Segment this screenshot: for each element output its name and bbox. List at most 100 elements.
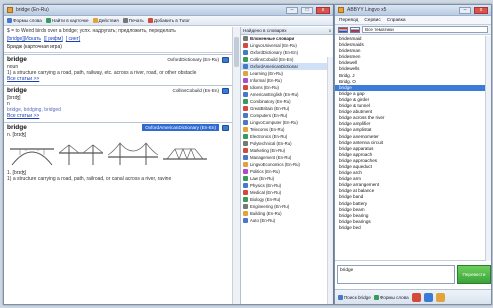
menu-bar: Перевод Сервис Справка xyxy=(335,16,491,25)
close-icon[interactable]: x xyxy=(329,28,331,33)
dictionary-item[interactable]: LingvoComputer (En-Ru) xyxy=(241,119,333,126)
dictionary-item[interactable]: Law (En-Ru) xyxy=(241,175,333,182)
dictionary-icon xyxy=(243,78,248,83)
dictionary-item[interactable]: Idioms (En-Ru) xyxy=(241,84,333,91)
find-in-card-button[interactable]: Найти в карточке xyxy=(45,18,89,23)
search-input[interactable]: bridge xyxy=(337,265,455,284)
word-forms-icon xyxy=(373,294,379,300)
truss-bridge-image xyxy=(163,148,207,161)
settings-icon[interactable] xyxy=(423,292,433,302)
dictionary-item-label: LingvoUniversal (En-Ru) xyxy=(250,43,297,48)
ru-flag-icon[interactable] xyxy=(350,26,360,33)
topic-select[interactable]: Все тематики xyxy=(362,26,488,33)
word-forms-button[interactable]: Формы слова xyxy=(7,18,42,23)
dictionary-item[interactable]: Physics (En-Ru) xyxy=(241,182,333,189)
dictionary-item[interactable]: OxfordAmericanDictionar xyxy=(241,63,333,70)
dictionaries-pane: Найдено в словарях x Вложенные словари Li… xyxy=(240,27,333,304)
dictionary-card: bridge CollinsCobuild (En-En) [brɪʤ] n b… xyxy=(4,85,232,119)
dictionary-item-label: Idioms (En-Ru) xyxy=(250,85,279,90)
dictionary-info-icon[interactable] xyxy=(222,56,229,63)
card-headword: bridge xyxy=(7,56,27,64)
word-list-scrollbar[interactable] xyxy=(485,36,491,261)
dictionary-item[interactable]: Telecoms (En-Ru) xyxy=(241,126,333,133)
arch-bridge-image xyxy=(10,148,54,166)
search-row: bridge Перевести xyxy=(335,263,491,286)
app-icon xyxy=(338,7,344,13)
dictionary-card: bridge OxfordDictionary (En-Ru) noun 1) … xyxy=(4,54,232,82)
dictionary-item[interactable]: Politics (En-Ru) xyxy=(241,168,333,175)
card-hint: $ = to Weird birds over a bridge; успх. … xyxy=(7,28,176,34)
dictionary-icon xyxy=(243,204,248,209)
card-lang-note: Бридж (карточная игра) xyxy=(7,44,62,51)
dictionary-item[interactable]: Learning (En-Ru) xyxy=(241,70,333,77)
dictionary-item[interactable]: OxfordDictionary (En-En) xyxy=(241,49,333,56)
dictionary-icon xyxy=(243,99,248,104)
dictionary-item[interactable]: AmericanEnglish (En-Ru) xyxy=(241,91,333,98)
dictionary-info-icon[interactable] xyxy=(222,87,229,94)
dictionary-item[interactable]: Combinatory (En-Ru) xyxy=(241,98,333,105)
card-more-link[interactable]: Все статьи >> xyxy=(4,76,232,82)
search-bridge-button[interactable]: Поиск bridge xyxy=(338,294,371,300)
dictionary-item[interactable]: Biology (En-Ru) xyxy=(241,196,333,203)
card-toolbar: Формы слова Найти в карточке Действия Пе… xyxy=(4,16,333,26)
dictionary-item-label: Informal (En-Ru) xyxy=(250,78,282,83)
dictionary-item[interactable]: Engineering (En-Ru) xyxy=(241,203,333,210)
help-icon[interactable] xyxy=(435,292,445,302)
add-to-tutor-button[interactable]: Добавить в Tutor xyxy=(147,18,190,23)
card-link-search[interactable]: [bridge]]Искать xyxy=(7,36,41,42)
dictionary-item-label: OxfordDictionary (En-En) xyxy=(250,50,298,55)
minimize-button[interactable]: – xyxy=(286,6,298,14)
actions-button[interactable]: Действия xyxy=(92,18,119,23)
dictionary-item[interactable]: LingvoEconomics (En-Ru) xyxy=(241,161,333,168)
dictionary-icon xyxy=(243,141,248,146)
word-forms-bottom-button[interactable]: Формы слова xyxy=(373,294,409,300)
dictionary-item[interactable]: LingvoUniversal (En-Ru) xyxy=(241,42,333,49)
actions-icon xyxy=(92,18,98,23)
dictionary-item[interactable]: Вложенные словари xyxy=(241,35,333,42)
dictionary-item-label: Вложенные словари xyxy=(250,36,295,41)
dictionary-icon xyxy=(243,183,248,188)
dictionary-item[interactable]: Management (En-Ru) xyxy=(241,154,333,161)
maximize-button[interactable]: □ xyxy=(301,6,313,14)
dictionaries-scrollbar[interactable] xyxy=(327,57,333,304)
dictionary-item[interactable]: Informal (En-Ru) xyxy=(241,77,333,84)
dictionary-item[interactable]: Electronics (En-Ru) xyxy=(241,133,333,140)
minimize-button[interactable]: – xyxy=(459,6,471,14)
dictionary-icon xyxy=(243,211,248,216)
close-button[interactable]: x xyxy=(474,6,488,14)
menu-service[interactable]: Сервис xyxy=(364,18,380,23)
tutor-icon[interactable] xyxy=(411,292,421,302)
card-window: bridge (En-Ru) – □ x Формы слова Найти в… xyxy=(3,4,334,305)
card-dictionary-name[interactable]: CollinsCobuild (En-En) xyxy=(173,88,219,93)
dictionary-icon xyxy=(243,92,248,97)
menu-translate[interactable]: Перевод xyxy=(339,18,358,23)
card-scrollbar[interactable] xyxy=(232,27,240,304)
dictionary-info-icon[interactable] xyxy=(222,124,229,131)
dictionary-item[interactable]: Medical (En-Ru) xyxy=(241,189,333,196)
cantilever-bridge-image xyxy=(59,144,103,166)
card-more-link[interactable]: Все статьи >> xyxy=(4,113,232,119)
dictionary-item[interactable]: Marketing (En-Ru) xyxy=(241,147,333,154)
dictionary-item[interactable]: Auto (En-Ru) xyxy=(241,217,333,224)
scrollbar-thumb[interactable] xyxy=(234,37,239,67)
word-list-item[interactable]: bridge bed xyxy=(335,225,485,231)
dictionary-item[interactable]: GreatBritain (En-Ru) xyxy=(241,105,333,112)
print-button[interactable]: Печать xyxy=(122,18,144,23)
card-link-syn[interactable]: [ синт] xyxy=(66,36,81,42)
card-dictionary-name[interactable]: OxfordDictionary (En-Ru) xyxy=(167,57,219,62)
lingvo-titlebar: ABBYY Lingvo x5 – x xyxy=(335,5,491,16)
card-dictionary-name[interactable]: OxfordAmericanDictionary (En-En) xyxy=(142,124,219,132)
dictionary-item[interactable]: CollinsCobuild (En-En) xyxy=(241,56,333,63)
card-link-rhyme[interactable]: [[ рифм] xyxy=(44,36,63,42)
dictionary-icon xyxy=(243,106,248,111)
menu-help[interactable]: Справка xyxy=(387,18,406,23)
close-button[interactable]: x xyxy=(316,6,330,14)
dictionary-item[interactable]: Computers (En-Ru) xyxy=(241,112,333,119)
uk-flag-icon[interactable] xyxy=(338,26,348,33)
translate-button[interactable]: Перевести xyxy=(457,265,491,284)
dictionary-icon xyxy=(243,127,248,132)
card-content: $ = to Weird birds over a bridge; успх. … xyxy=(4,27,232,304)
dictionary-item[interactable]: Polytechnical (En-Ru) xyxy=(241,140,333,147)
dictionary-icon xyxy=(243,197,248,202)
dictionary-item[interactable]: Building (En-Ru) xyxy=(241,210,333,217)
